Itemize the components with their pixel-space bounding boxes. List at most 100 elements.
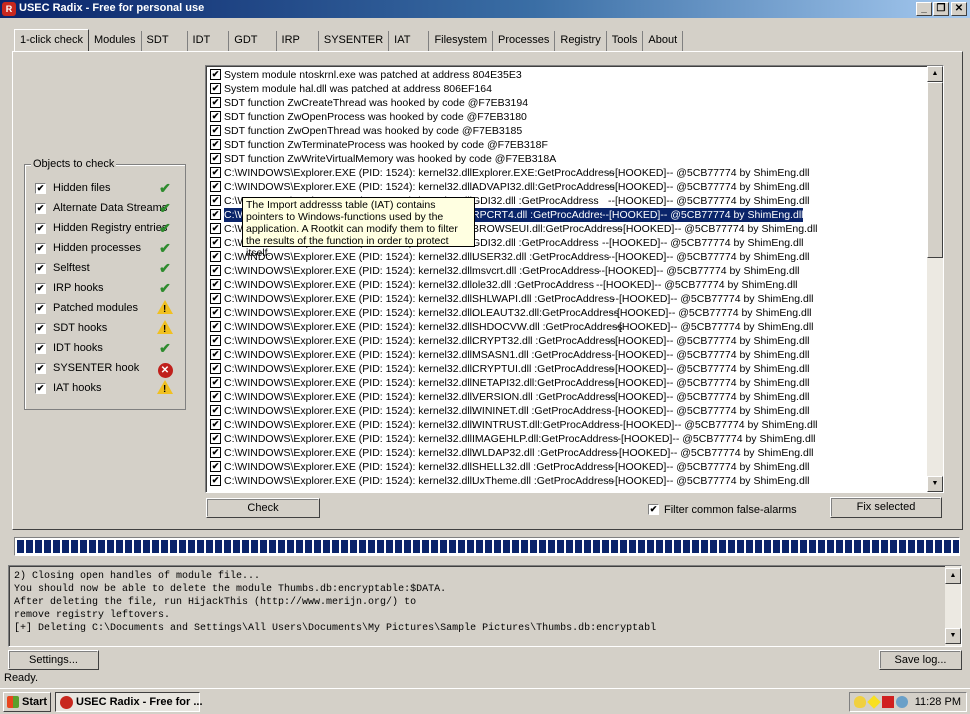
scroll-down-button[interactable]: ▼ bbox=[927, 476, 943, 492]
object-checkbox[interactable]: ✔ bbox=[35, 383, 46, 394]
result-checkbox[interactable]: ✔ bbox=[210, 433, 221, 444]
result-checkbox[interactable]: ✔ bbox=[210, 167, 221, 178]
security-shield-icon[interactable] bbox=[854, 696, 866, 708]
tab-sdt[interactable]: SDT bbox=[142, 31, 188, 51]
object-item-iat-hooks[interactable]: ✔ IAT hooks bbox=[35, 380, 181, 398]
result-checkbox[interactable]: ✔ bbox=[210, 447, 221, 458]
result-checkbox[interactable]: ✔ bbox=[210, 279, 221, 290]
result-checkbox[interactable]: ✔ bbox=[210, 419, 221, 430]
result-row[interactable]: ✔C:\WINDOWS\Explorer.EXE (PID: 1524): ke… bbox=[208, 390, 928, 404]
result-checkbox[interactable]: ✔ bbox=[210, 97, 221, 108]
tab-irp[interactable]: IRP bbox=[277, 31, 319, 51]
result-checkbox[interactable]: ✔ bbox=[210, 265, 221, 276]
tab-registry[interactable]: Registry bbox=[555, 31, 607, 51]
results-scrollbar[interactable]: ▲ ▼ bbox=[927, 66, 943, 492]
result-row[interactable]: ✔C:\WINDOWS\Explorer.EXE (PID: 1524): ke… bbox=[208, 180, 928, 194]
result-row[interactable]: ✔C:\WINDOWS\Explorer.EXE (PID: 1524): ke… bbox=[208, 432, 928, 446]
result-checkbox[interactable]: ✔ bbox=[210, 251, 221, 262]
object-checkbox[interactable]: ✔ bbox=[35, 243, 46, 254]
result-checkbox[interactable]: ✔ bbox=[210, 335, 221, 346]
result-checkbox[interactable]: ✔ bbox=[210, 475, 221, 486]
tab-tools[interactable]: Tools bbox=[607, 31, 644, 51]
log-output[interactable]: 2) Closing open handles of module file..… bbox=[8, 565, 962, 647]
network-diamond-icon[interactable] bbox=[867, 695, 881, 709]
antivir-icon[interactable] bbox=[882, 696, 894, 708]
result-checkbox[interactable]: ✔ bbox=[210, 223, 221, 234]
tab-gdt[interactable]: GDT bbox=[229, 31, 277, 51]
log-scroll-up-button[interactable]: ▲ bbox=[945, 568, 961, 584]
result-row[interactable]: ✔ System module ntoskrnl.exe was patched … bbox=[208, 68, 928, 82]
result-row[interactable]: ✔C:\WINDOWS\Explorer.EXE (PID: 1524): ke… bbox=[208, 166, 928, 180]
network-globe-icon[interactable] bbox=[896, 696, 908, 708]
object-item-alternate-data-streams[interactable]: ✔ Alternate Data Streams ✔ bbox=[35, 200, 181, 217]
tab-iat[interactable]: IAT bbox=[389, 31, 430, 51]
result-checkbox[interactable]: ✔ bbox=[210, 321, 221, 332]
settings-button[interactable]: Settings... bbox=[8, 650, 99, 670]
result-row[interactable]: ✔ SDT function ZwTerminateProcess was hoo… bbox=[208, 138, 928, 152]
tab-about[interactable]: About bbox=[643, 31, 684, 51]
result-checkbox[interactable]: ✔ bbox=[210, 209, 221, 220]
fix-selected-button[interactable]: Fix selected bbox=[830, 497, 942, 518]
object-item-sdt-hooks[interactable]: ✔ SDT hooks bbox=[35, 320, 181, 338]
result-row[interactable]: ✔ SDT function ZwOpenThread was hooked by… bbox=[208, 124, 928, 138]
result-checkbox[interactable]: ✔ bbox=[210, 69, 221, 80]
scroll-thumb[interactable] bbox=[927, 82, 943, 258]
result-checkbox[interactable]: ✔ bbox=[210, 111, 221, 122]
result-checkbox[interactable]: ✔ bbox=[210, 125, 221, 136]
start-button[interactable]: Start bbox=[3, 692, 51, 712]
object-checkbox[interactable]: ✔ bbox=[35, 283, 46, 294]
object-item-idt-hooks[interactable]: ✔ IDT hooks ✔ bbox=[35, 340, 181, 357]
filter-checkbox-box[interactable]: ✔ bbox=[648, 504, 659, 515]
object-checkbox[interactable]: ✔ bbox=[35, 303, 46, 314]
result-checkbox[interactable]: ✔ bbox=[210, 307, 221, 318]
object-item-irp-hooks[interactable]: ✔ IRP hooks ✔ bbox=[35, 280, 181, 297]
result-row[interactable]: ✔C:\WINDOWS\Explorer.EXE (PID: 1524): ke… bbox=[208, 348, 928, 362]
result-checkbox[interactable]: ✔ bbox=[210, 195, 221, 206]
result-checkbox[interactable]: ✔ bbox=[210, 139, 221, 150]
result-row[interactable]: ✔C:\WINDOWS\Explorer.EXE (PID: 1524): ke… bbox=[208, 460, 928, 474]
minimize-button[interactable]: _ bbox=[916, 2, 932, 16]
result-checkbox[interactable]: ✔ bbox=[210, 83, 221, 94]
result-row[interactable]: ✔C:\WINDOWS\Explorer.EXE (PID: 1524): ke… bbox=[208, 376, 928, 390]
object-item-hidden-files[interactable]: ✔ Hidden files ✔ bbox=[35, 180, 181, 197]
log-scrollbar[interactable]: ▲ ▼ bbox=[945, 566, 961, 646]
object-item-hidden-registry-entries[interactable]: ✔ Hidden Registry entries ✔ bbox=[35, 220, 181, 237]
object-checkbox[interactable]: ✔ bbox=[35, 323, 46, 334]
result-row[interactable]: ✔C:\WINDOWS\Explorer.EXE (PID: 1524): ke… bbox=[208, 404, 928, 418]
result-row[interactable]: ✔ SDT function ZwCreateThread was hooked … bbox=[208, 96, 928, 110]
close-button[interactable]: ✕ bbox=[951, 2, 967, 16]
result-checkbox[interactable]: ✔ bbox=[210, 461, 221, 472]
result-row[interactable]: ✔C:\WINDOWS\Explorer.EXE (PID: 1524): ke… bbox=[208, 334, 928, 348]
tab-sysenter[interactable]: SYSENTER bbox=[319, 31, 390, 51]
result-row[interactable]: ✔C:\WINDOWS\Explorer.EXE (PID: 1524): ke… bbox=[208, 264, 928, 278]
object-item-sysenter-hook[interactable]: ✔ SYSENTER hook ✕ bbox=[35, 361, 181, 378]
result-row[interactable]: ✔ SDT function ZwOpenProcess was hooked b… bbox=[208, 110, 928, 124]
result-checkbox[interactable]: ✔ bbox=[210, 405, 221, 416]
result-row[interactable]: ✔C:\WINDOWS\Explorer.EXE (PID: 1524): ke… bbox=[208, 446, 928, 460]
result-row[interactable]: ✔ System module hal.dll was patched at ad… bbox=[208, 82, 928, 96]
taskbar-item-usec-radix[interactable]: USEC Radix - Free for ... bbox=[55, 692, 203, 712]
result-row[interactable]: ✔ SDT function ZwWriteVirtualMemory was h… bbox=[208, 152, 928, 166]
tab-1-click-check[interactable]: 1-click check bbox=[14, 29, 89, 52]
scroll-up-button[interactable]: ▲ bbox=[927, 66, 943, 82]
result-checkbox[interactable]: ✔ bbox=[210, 349, 221, 360]
result-row[interactable]: ✔C:\WINDOWS\Explorer.EXE (PID: 1524): ke… bbox=[208, 292, 928, 306]
tab-idt[interactable]: IDT bbox=[188, 31, 230, 51]
tab-filesystem[interactable]: Filesystem bbox=[429, 31, 494, 51]
tab-processes[interactable]: Processes bbox=[493, 31, 556, 51]
object-checkbox[interactable]: ✔ bbox=[35, 363, 46, 374]
object-item-selftest[interactable]: ✔ Selftest ✔ bbox=[35, 260, 181, 277]
result-checkbox[interactable]: ✔ bbox=[210, 377, 221, 388]
result-row[interactable]: ✔C:\WINDOWS\Explorer.EXE (PID: 1524): ke… bbox=[208, 306, 928, 320]
result-checkbox[interactable]: ✔ bbox=[210, 237, 221, 248]
object-checkbox[interactable]: ✔ bbox=[35, 343, 46, 354]
result-checkbox[interactable]: ✔ bbox=[210, 363, 221, 374]
object-checkbox[interactable]: ✔ bbox=[35, 263, 46, 274]
object-checkbox[interactable]: ✔ bbox=[35, 183, 46, 194]
object-item-patched-modules[interactable]: ✔ Patched modules bbox=[35, 300, 181, 318]
object-checkbox[interactable]: ✔ bbox=[35, 203, 46, 214]
result-row[interactable]: ✔C:\WINDOWS\Explorer.EXE (PID: 1524): ke… bbox=[208, 418, 928, 432]
log-scroll-down-button[interactable]: ▼ bbox=[945, 628, 961, 644]
result-row[interactable]: ✔C:\WINDOWS\Explorer.EXE (PID: 1524): ke… bbox=[208, 278, 928, 292]
tab-modules[interactable]: Modules bbox=[89, 31, 142, 51]
